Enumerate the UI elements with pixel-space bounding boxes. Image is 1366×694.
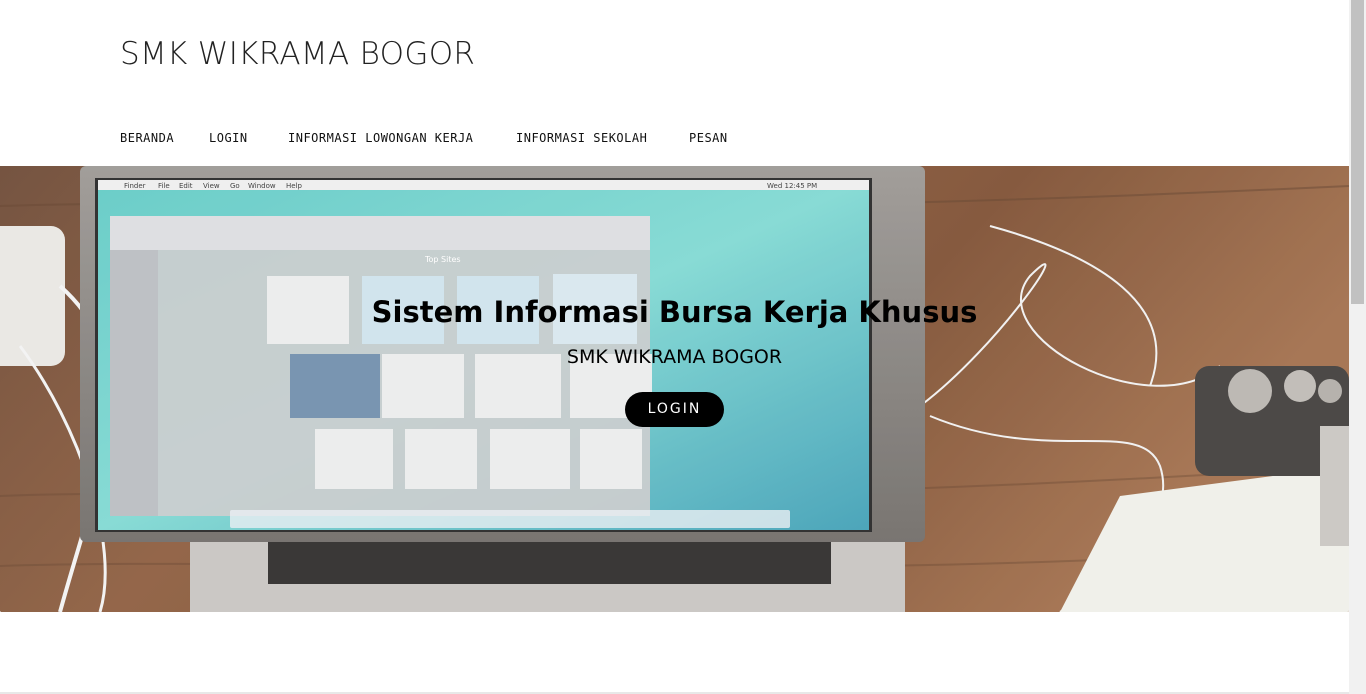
page: SMK WIKRAMA BOGOR BERANDA LOGIN INFORMAS… — [0, 0, 1349, 694]
hero-title: Sistem Informasi Bursa Kerja Khusus — [371, 295, 978, 329]
site-title[interactable]: SMK WIKRAMA BOGOR — [120, 36, 475, 72]
nav-item-informasi-sekolah[interactable]: INFORMASI SEKOLAH — [516, 131, 647, 145]
vertical-scrollbar-thumb[interactable] — [1351, 0, 1364, 304]
hero-banner: Finder File Edit View Go Window Help Wed… — [0, 166, 1349, 612]
nav-item-beranda[interactable]: BERANDA — [120, 131, 174, 145]
hero-login-button[interactable]: LOGIN — [625, 392, 724, 427]
nav-item-informasi-lowongan-kerja[interactable]: INFORMASI LOWONGAN KERJA — [288, 131, 473, 145]
hero-subtitle: SMK WIKRAMA BOGOR — [566, 346, 783, 368]
nav-item-pesan[interactable]: PESAN — [689, 131, 728, 145]
nav-item-login[interactable]: LOGIN — [209, 131, 248, 145]
hero-content: Sistem Informasi Bursa Kerja Khusus SMK … — [0, 166, 1349, 612]
